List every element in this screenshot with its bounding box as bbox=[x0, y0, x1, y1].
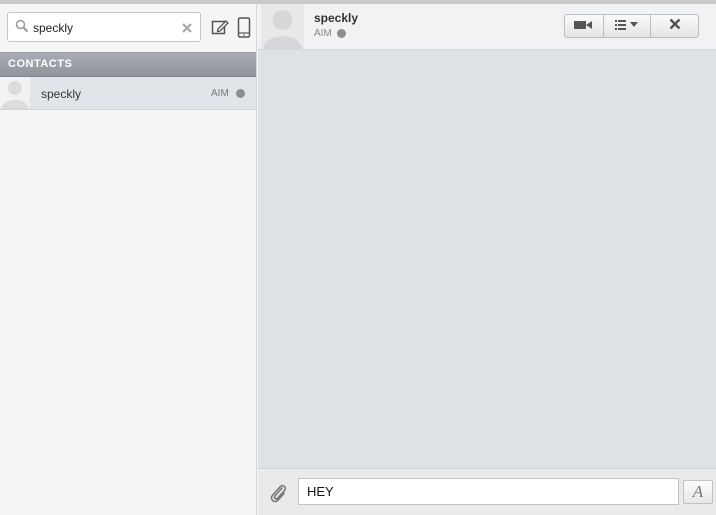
messenger-window: CONTACTS speckly AIM speckly AIM bbox=[0, 0, 716, 515]
chat-header: speckly AIM bbox=[258, 4, 716, 50]
mobile-icon[interactable] bbox=[237, 17, 251, 38]
close-chat-button[interactable] bbox=[651, 15, 698, 37]
contact-service-label: AIM bbox=[211, 88, 229, 99]
contacts-header: CONTACTS bbox=[0, 52, 256, 77]
status-indicator-icon bbox=[236, 89, 245, 98]
composer: A bbox=[258, 468, 716, 515]
avatar bbox=[261, 4, 304, 49]
status-indicator-icon bbox=[337, 29, 346, 38]
sidebar: CONTACTS speckly AIM bbox=[0, 4, 257, 515]
video-camera-icon bbox=[574, 17, 594, 35]
search-icon bbox=[15, 19, 29, 33]
message-input[interactable] bbox=[298, 478, 679, 505]
close-icon bbox=[669, 17, 681, 35]
chat-actions bbox=[564, 14, 699, 38]
compose-icon[interactable] bbox=[211, 18, 229, 36]
chat-contact-name: speckly bbox=[314, 11, 359, 25]
options-menu-button[interactable] bbox=[604, 15, 651, 37]
search-box[interactable] bbox=[7, 12, 201, 42]
list-menu-icon bbox=[615, 17, 639, 35]
video-call-button[interactable] bbox=[565, 15, 604, 37]
message-area[interactable] bbox=[258, 50, 716, 468]
contact-name: speckly bbox=[41, 87, 82, 101]
font-button[interactable]: A bbox=[683, 480, 713, 504]
avatar bbox=[0, 77, 30, 109]
chat-service-label: AIM bbox=[314, 28, 332, 39]
chat-pane: speckly AIM HEY A bbox=[258, 4, 716, 515]
clear-search-icon[interactable] bbox=[181, 21, 193, 33]
contact-row[interactable]: speckly AIM bbox=[0, 77, 256, 110]
paperclip-icon[interactable] bbox=[268, 482, 288, 504]
search-input[interactable] bbox=[33, 18, 173, 38]
